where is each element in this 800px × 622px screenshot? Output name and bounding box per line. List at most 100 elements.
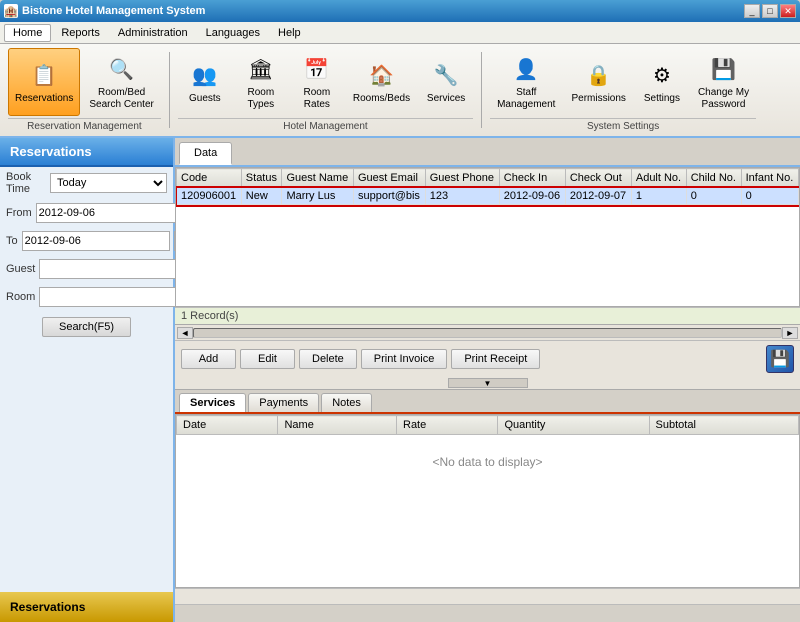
rooms-beds-label: Rooms/Beds: [353, 93, 410, 105]
rooms-beds-icon: 🏠: [365, 59, 397, 91]
menu-help[interactable]: Help: [270, 25, 309, 41]
toolbar-group-reservations: 📋 Reservations 🔍 Room/BedSearch Center R…: [8, 48, 161, 132]
toolbar-room-rates[interactable]: 📅 RoomRates: [290, 48, 344, 116]
change-pw-icon: 💾: [708, 53, 740, 85]
menu-home[interactable]: Home: [4, 24, 51, 42]
left-panel-title: Reservations: [0, 138, 173, 167]
scroll-indicator: ▼: [175, 377, 800, 389]
menu-administration[interactable]: Administration: [110, 25, 196, 41]
settings-icon: ⚙: [646, 59, 678, 91]
scroll-right-btn[interactable]: ►: [782, 327, 798, 339]
col-guest-email: Guest Email: [354, 169, 426, 188]
book-time-select[interactable]: Today This Week This Month All: [50, 173, 167, 193]
svc-col-quantity: Quantity: [498, 416, 649, 435]
search-button[interactable]: Search(F5): [42, 317, 131, 337]
room-rates-label: RoomRates: [304, 87, 331, 111]
guests-label: Guests: [189, 93, 221, 105]
toolbar: 📋 Reservations 🔍 Room/BedSearch Center R…: [0, 44, 800, 138]
add-button[interactable]: Add: [181, 349, 236, 369]
svc-col-subtotal: Subtotal: [649, 416, 798, 435]
record-count: 1 Record(s): [175, 307, 800, 324]
filter-book-time: Book Time Today This Week This Month All: [0, 167, 173, 199]
tab-payments[interactable]: Payments: [248, 393, 319, 412]
reservations-label: Reservations: [15, 93, 73, 105]
filter-to: To ▼: [0, 227, 173, 255]
scrollbar-track[interactable]: [193, 328, 782, 338]
close-button[interactable]: ✕: [780, 4, 796, 18]
toolbar-rooms-beds[interactable]: 🏠 Rooms/Beds: [346, 48, 417, 116]
save-button[interactable]: 💾: [766, 345, 794, 373]
scroll-thumb[interactable]: ▼: [448, 378, 528, 388]
guest-input[interactable]: [39, 259, 187, 279]
bottom-scrollbar[interactable]: [175, 588, 800, 604]
group-label-system: System Settings: [490, 118, 756, 132]
left-panel: Reservations Book Time Today This Week T…: [0, 138, 175, 622]
minimize-button[interactable]: _: [744, 4, 760, 18]
bottom-status-bar: [175, 604, 800, 622]
no-data-message: <No data to display>: [177, 435, 799, 490]
toolbar-staff[interactable]: 👤 StaffManagement: [490, 48, 562, 116]
content-area: Reservations Book Time Today This Week T…: [0, 138, 800, 622]
filter-guest: Guest: [0, 255, 173, 283]
staff-label: StaffManagement: [497, 87, 555, 111]
toolbar-guests[interactable]: 👥 Guests: [178, 48, 232, 116]
room-label: Room: [6, 291, 35, 303]
to-label: To: [6, 235, 18, 247]
menu-reports[interactable]: Reports: [53, 25, 108, 41]
col-guest-phone: Guest Phone: [425, 169, 499, 188]
svc-col-date: Date: [177, 416, 278, 435]
reservations-icon: 📋: [28, 59, 60, 91]
col-infant-no: Infant No.: [741, 169, 798, 188]
from-date-input[interactable]: [36, 203, 184, 223]
change-pw-label: Change MyPassword: [698, 87, 749, 111]
settings-label: Settings: [644, 93, 680, 105]
room-types-label: RoomTypes: [248, 87, 275, 111]
permissions-label: Permissions: [571, 93, 625, 105]
window-controls[interactable]: _ □ ✕: [744, 4, 796, 18]
print-invoice-button[interactable]: Print Invoice: [361, 349, 448, 369]
filter-room: Room: [0, 283, 173, 311]
action-bar: Add Edit Delete Print Invoice Print Rece…: [175, 340, 800, 377]
svc-col-rate: Rate: [397, 416, 498, 435]
bottom-table-container: Date Name Rate Quantity Subtotal <No dat…: [175, 414, 800, 588]
edit-button[interactable]: Edit: [240, 349, 295, 369]
room-input[interactable]: [39, 287, 187, 307]
table-row[interactable]: 120906001NewMarry Lussupport@bis1232012-…: [177, 188, 799, 205]
tab-data[interactable]: Data: [179, 142, 232, 165]
guests-icon: 👥: [189, 59, 221, 91]
app-title: Bistone Hotel Management System: [22, 5, 744, 17]
maximize-button[interactable]: □: [762, 4, 778, 18]
col-check-out: Check Out: [565, 169, 631, 188]
tab-notes[interactable]: Notes: [321, 393, 372, 412]
horizontal-scrollbar[interactable]: ◄ ►: [175, 324, 800, 340]
toolbar-group-hotel: 👥 Guests 🏛 RoomTypes 📅 RoomRates 🏠 Rooms…: [178, 48, 473, 132]
menu-languages[interactable]: Languages: [198, 25, 268, 41]
print-receipt-button[interactable]: Print Receipt: [451, 349, 540, 369]
tab-services[interactable]: Services: [179, 393, 246, 412]
data-table-container: Code Status Guest Name Guest Email Guest…: [175, 167, 800, 307]
toolbar-room-bed-search[interactable]: 🔍 Room/BedSearch Center: [82, 48, 160, 116]
toolbar-permissions[interactable]: 🔒 Permissions: [564, 48, 632, 116]
room-rates-icon: 📅: [301, 53, 333, 85]
scroll-left-btn[interactable]: ◄: [177, 327, 193, 339]
toolbar-reservations[interactable]: 📋 Reservations: [8, 48, 80, 116]
services-header-row: Date Name Rate Quantity Subtotal: [177, 416, 799, 435]
svc-col-name: Name: [278, 416, 397, 435]
delete-button[interactable]: Delete: [299, 349, 357, 369]
services-table: Date Name Rate Quantity Subtotal <No dat…: [176, 415, 799, 489]
services-label: Services: [427, 93, 465, 105]
toolbar-group-system: 👤 StaffManagement 🔒 Permissions ⚙ Settin…: [490, 48, 756, 132]
book-time-label: Book Time: [6, 171, 46, 195]
toolbar-room-types[interactable]: 🏛 RoomTypes: [234, 48, 288, 116]
toolbar-settings[interactable]: ⚙ Settings: [635, 48, 689, 116]
toolbar-change-pw[interactable]: 💾 Change MyPassword: [691, 48, 756, 116]
to-date-input[interactable]: [22, 231, 170, 251]
col-code: Code: [177, 169, 242, 188]
right-panel: Data Code Status Guest Name Guest Email …: [175, 138, 800, 622]
table-header-row: Code Status Guest Name Guest Email Guest…: [177, 169, 799, 188]
main-tab-bar: Data: [175, 138, 800, 167]
room-search-icon: 🔍: [106, 53, 138, 85]
guest-label: Guest: [6, 263, 35, 275]
permissions-icon: 🔒: [583, 59, 615, 91]
toolbar-services[interactable]: 🔧 Services: [419, 48, 473, 116]
